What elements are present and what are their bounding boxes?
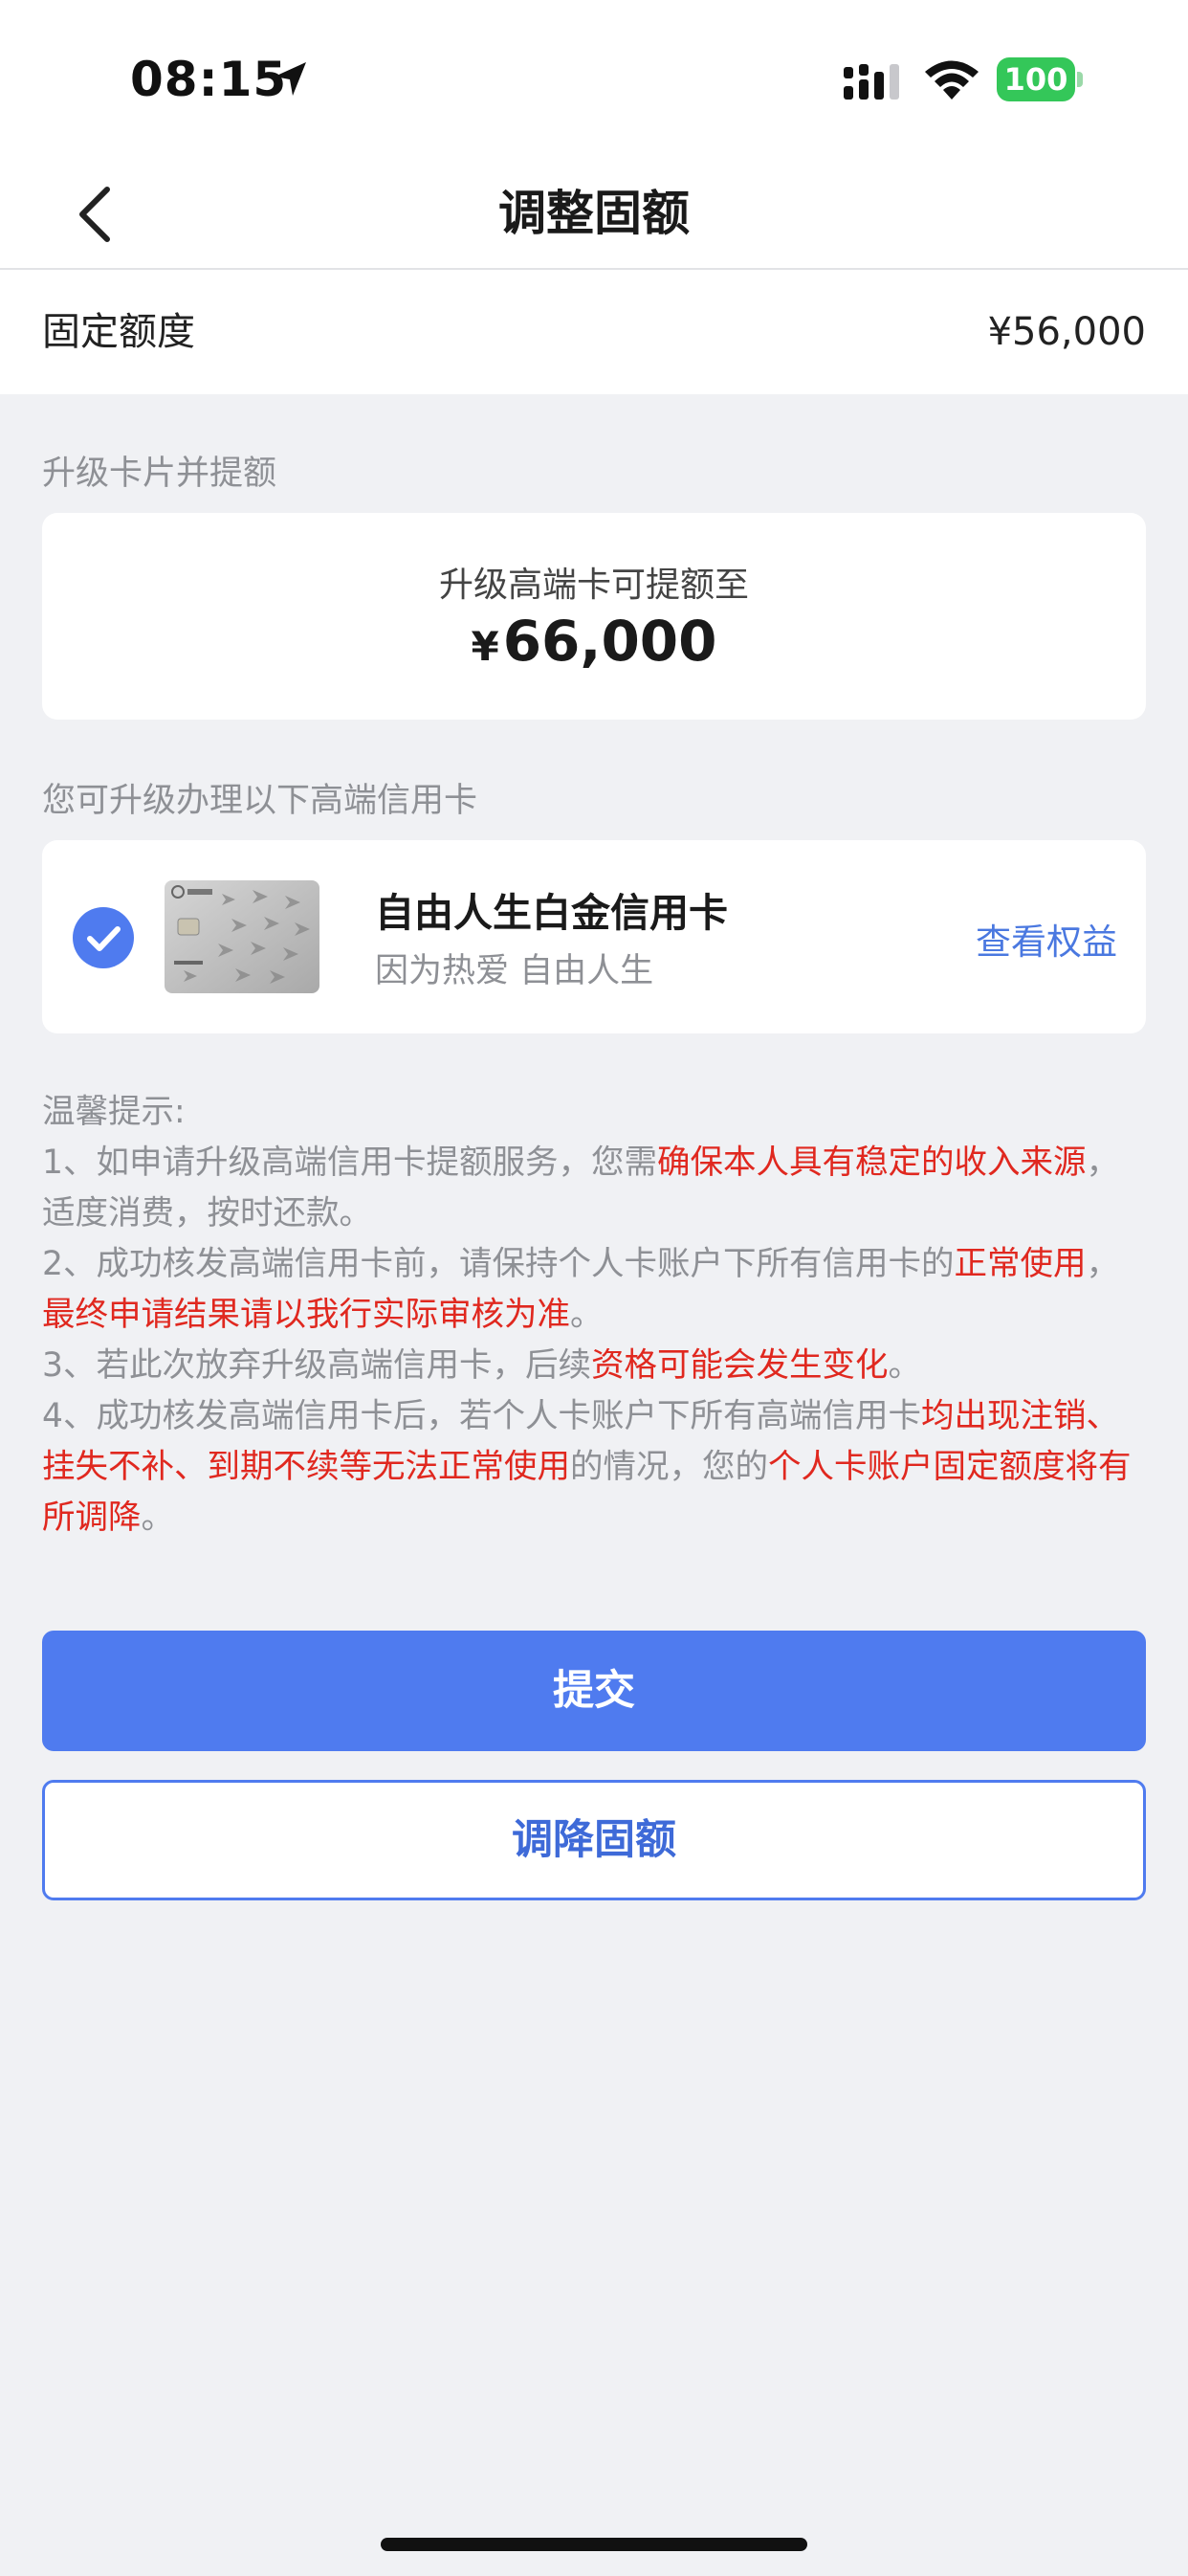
check-circle-icon[interactable] (73, 907, 134, 968)
tip-2: 2、成功核发高端信用卡前，请保持个人卡账户下所有信用卡的正常使用， 最终申请结果请… (42, 1239, 1152, 1341)
card-section-label: 您可升级办理以下高端信用卡 (42, 782, 478, 820)
chevron-left-icon[interactable] (67, 180, 134, 249)
tip-1-highlight: 确保本人具有稳定的收入来源 (656, 1144, 1087, 1182)
tip-2-text: 2、成功核发高端信用卡前，请保持个人卡账户下所有信用卡的 (42, 1245, 955, 1283)
tip-2-highlight: 正常使用 (954, 1245, 1087, 1283)
card-option[interactable]: 自由人生白金信用卡 因为热爱 自由人生 查看权益 (42, 840, 1146, 1033)
upgrade-amount-card: 升级高端卡可提额至 ¥66,000 (42, 513, 1146, 720)
credit-card-image (165, 880, 319, 993)
status-bar: 08:15 100 (0, 0, 1188, 159)
tip-2-highlight-2: 最终申请结果请以我行实际审核为准 (42, 1296, 570, 1334)
tips-title: 温馨提示: (42, 1093, 186, 1131)
lower-limit-button[interactable]: 调降固额 (42, 1780, 1146, 1900)
battery-icon: 100 (997, 57, 1085, 101)
home-indicator[interactable] (381, 2538, 807, 2551)
currency-symbol: ¥ (471, 623, 499, 670)
fixed-limit-label: 固定额度 (42, 310, 195, 354)
cellular-signal-icon (844, 64, 899, 100)
wifi-icon (925, 60, 979, 100)
nav-bar: 调整固额 (0, 159, 1188, 270)
view-benefits-link[interactable]: 查看权益 (976, 913, 1117, 965)
tip-3-text-end: 。 (888, 1346, 921, 1385)
tip-3-highlight: 资格可能会发生变化 (590, 1346, 889, 1385)
tip-3: 3、若此次放弃升级高端信用卡，后续资格可能会发生变化。 (42, 1341, 1152, 1391)
tip-4: 4、成功核发高端信用卡后，若个人卡账户下所有高端信用卡均出现注销、挂失不补、到期… (42, 1391, 1152, 1543)
card-description: 因为热爱 自由人生 (375, 952, 654, 990)
tip-1-text: 1、如申请升级高端信用卡提额服务，您需 (42, 1144, 657, 1182)
battery-level: 100 (1003, 61, 1068, 98)
upgrade-amount-value: 66,000 (502, 609, 717, 674)
tip-1: 1、如申请升级高端信用卡提额服务，您需确保本人具有稳定的收入来源，适度消费，按时… (42, 1138, 1152, 1239)
fixed-limit-row: 固定额度 ¥56,000 (0, 270, 1188, 394)
status-time: 08:15 (130, 52, 288, 107)
upgrade-section-label: 升级卡片并提额 (42, 455, 277, 493)
tip-4-text-mid: 的情况，您的 (570, 1448, 768, 1486)
fixed-limit-value: ¥56,000 (987, 310, 1146, 354)
card-name: 自由人生白金信用卡 (375, 890, 728, 936)
upgrade-subtitle: 升级高端卡可提额至 (438, 566, 749, 605)
page: 08:15 100 调整固额 固定额度 ¥56,000 升级卡片并提额 升级高端… (0, 0, 1188, 2576)
upgrade-amount: ¥66,000 (42, 609, 1146, 674)
tip-3-text: 3、若此次放弃升级高端信用卡，后续 (42, 1346, 591, 1385)
location-arrow-icon (275, 62, 306, 96)
tips: 温馨提示: 1、如申请升级高端信用卡提额服务，您需确保本人具有稳定的收入来源，适… (42, 1087, 1152, 1543)
tip-2-text-end: 。 (570, 1296, 604, 1334)
tip-4-text-end: 。 (141, 1499, 175, 1537)
tip-2-text-mid: ， (1086, 1245, 1119, 1283)
submit-button[interactable]: 提交 (42, 1631, 1146, 1751)
tip-4-text: 4、成功核发高端信用卡后，若个人卡账户下所有高端信用卡 (42, 1397, 921, 1435)
page-title: 调整固额 (498, 186, 690, 241)
